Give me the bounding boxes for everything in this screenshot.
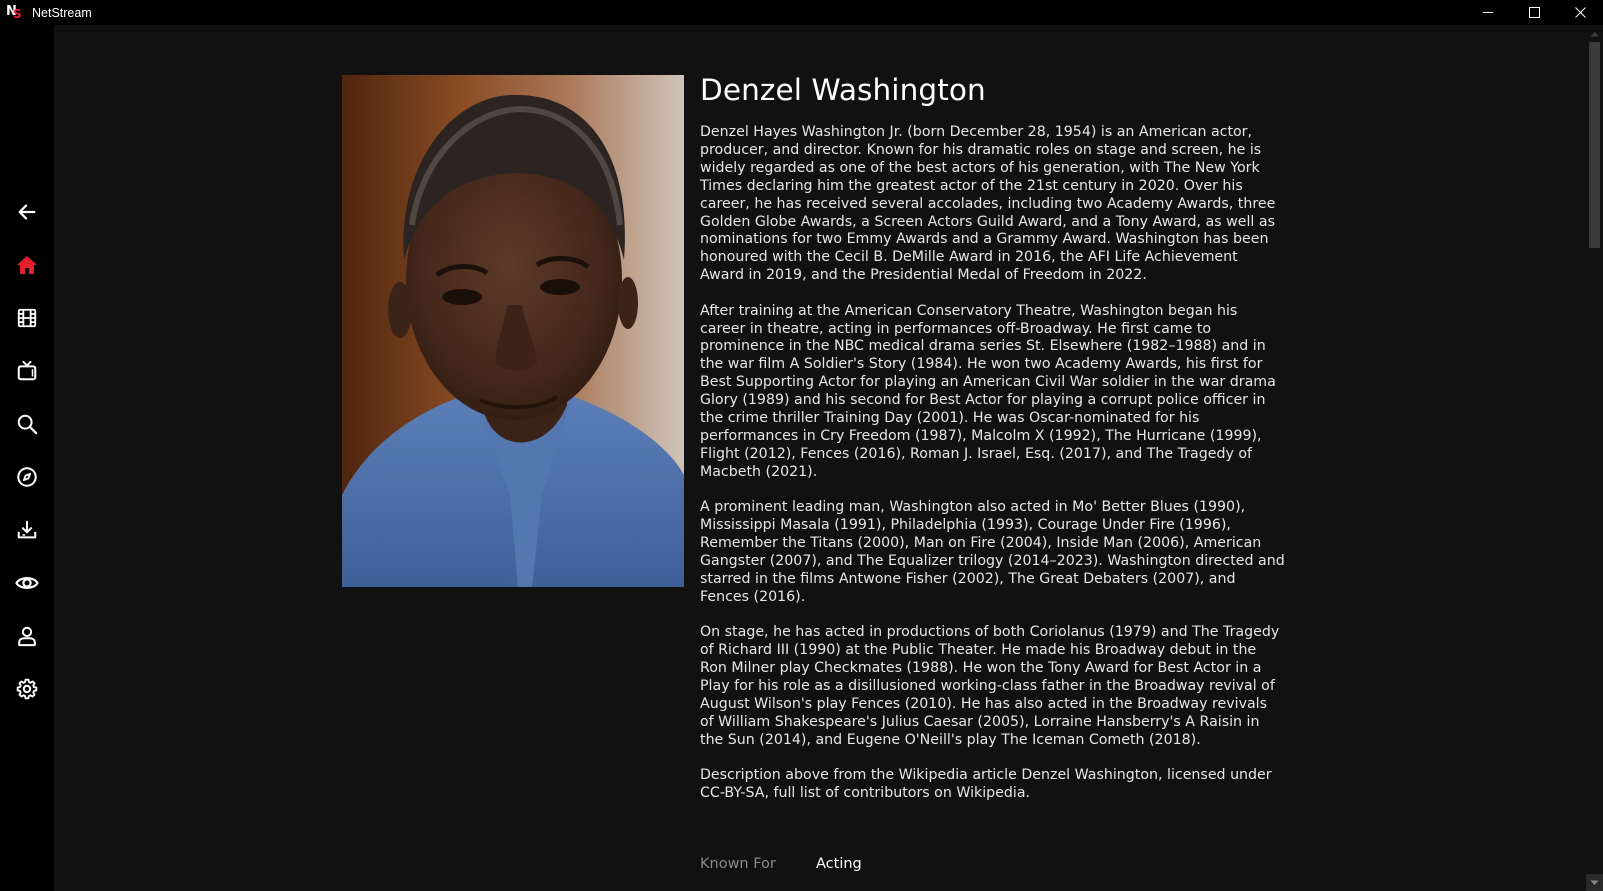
nav-search[interactable]: [0, 402, 54, 446]
eye-icon: [15, 577, 39, 589]
bio-paragraph: A prominent leading man, Washington also…: [700, 499, 1285, 605]
close-button[interactable]: [1557, 0, 1603, 25]
portrait-image: [342, 75, 684, 587]
sidebar: [0, 25, 54, 891]
known-for-row: Known For Acting: [700, 856, 862, 872]
search-icon: [17, 414, 38, 435]
known-for-label: Known For: [700, 856, 776, 872]
film-icon: [17, 308, 37, 328]
bio-paragraph: On stage, he has acted in productions of…: [700, 624, 1280, 748]
minimize-icon: [1482, 12, 1493, 13]
bio-paragraph: Denzel Hayes Washington Jr. (born Decemb…: [700, 124, 1276, 284]
known-for-value: Acting: [816, 856, 862, 872]
nav-profile[interactable]: [0, 614, 54, 658]
bio-paragraph: After training at the American Conservat…: [700, 302, 1276, 480]
app-logo: NS: [6, 3, 22, 21]
nav-tv[interactable]: [0, 349, 54, 393]
nav-settings[interactable]: [0, 667, 54, 711]
minimize-button[interactable]: [1465, 0, 1511, 25]
nav-home[interactable]: [0, 243, 54, 287]
nav-watchlist[interactable]: [0, 561, 54, 605]
scroll-down-button[interactable]: [1586, 874, 1603, 891]
person-portrait: [342, 75, 684, 587]
person-detail-panel: Denzel Washington Denzel Hayes Washingto…: [54, 25, 1586, 891]
title-bar: NS NetStream: [0, 0, 1603, 25]
maximize-button[interactable]: [1511, 0, 1557, 25]
home-icon: [17, 256, 37, 274]
nav-downloads[interactable]: [0, 508, 54, 552]
scrollbar-thumb[interactable]: [1589, 42, 1600, 248]
person-icon: [18, 626, 36, 647]
window-controls: [1465, 0, 1603, 25]
person-name: Denzel Washington: [700, 73, 986, 107]
app-title: NetStream: [32, 5, 92, 20]
nav-back[interactable]: [0, 190, 54, 234]
nav-discover[interactable]: [0, 455, 54, 499]
bio-attribution: Description above from the Wikipedia art…: [700, 767, 1272, 801]
chevron-up-icon: [1590, 31, 1599, 36]
vertical-scrollbar[interactable]: [1586, 25, 1603, 891]
gear-icon: [16, 678, 38, 700]
download-icon: [17, 520, 37, 539]
tv-icon: [17, 360, 37, 381]
nav-movies[interactable]: [0, 296, 54, 340]
scroll-up-button[interactable]: [1586, 25, 1603, 42]
chevron-down-icon: [1590, 880, 1599, 885]
maximize-icon: [1528, 7, 1540, 18]
close-icon: [1574, 7, 1586, 18]
arrow-left-icon: [18, 204, 36, 220]
person-biography: Denzel Hayes Washington Jr. (born Decemb…: [700, 124, 1285, 820]
compass-icon: [17, 467, 37, 487]
